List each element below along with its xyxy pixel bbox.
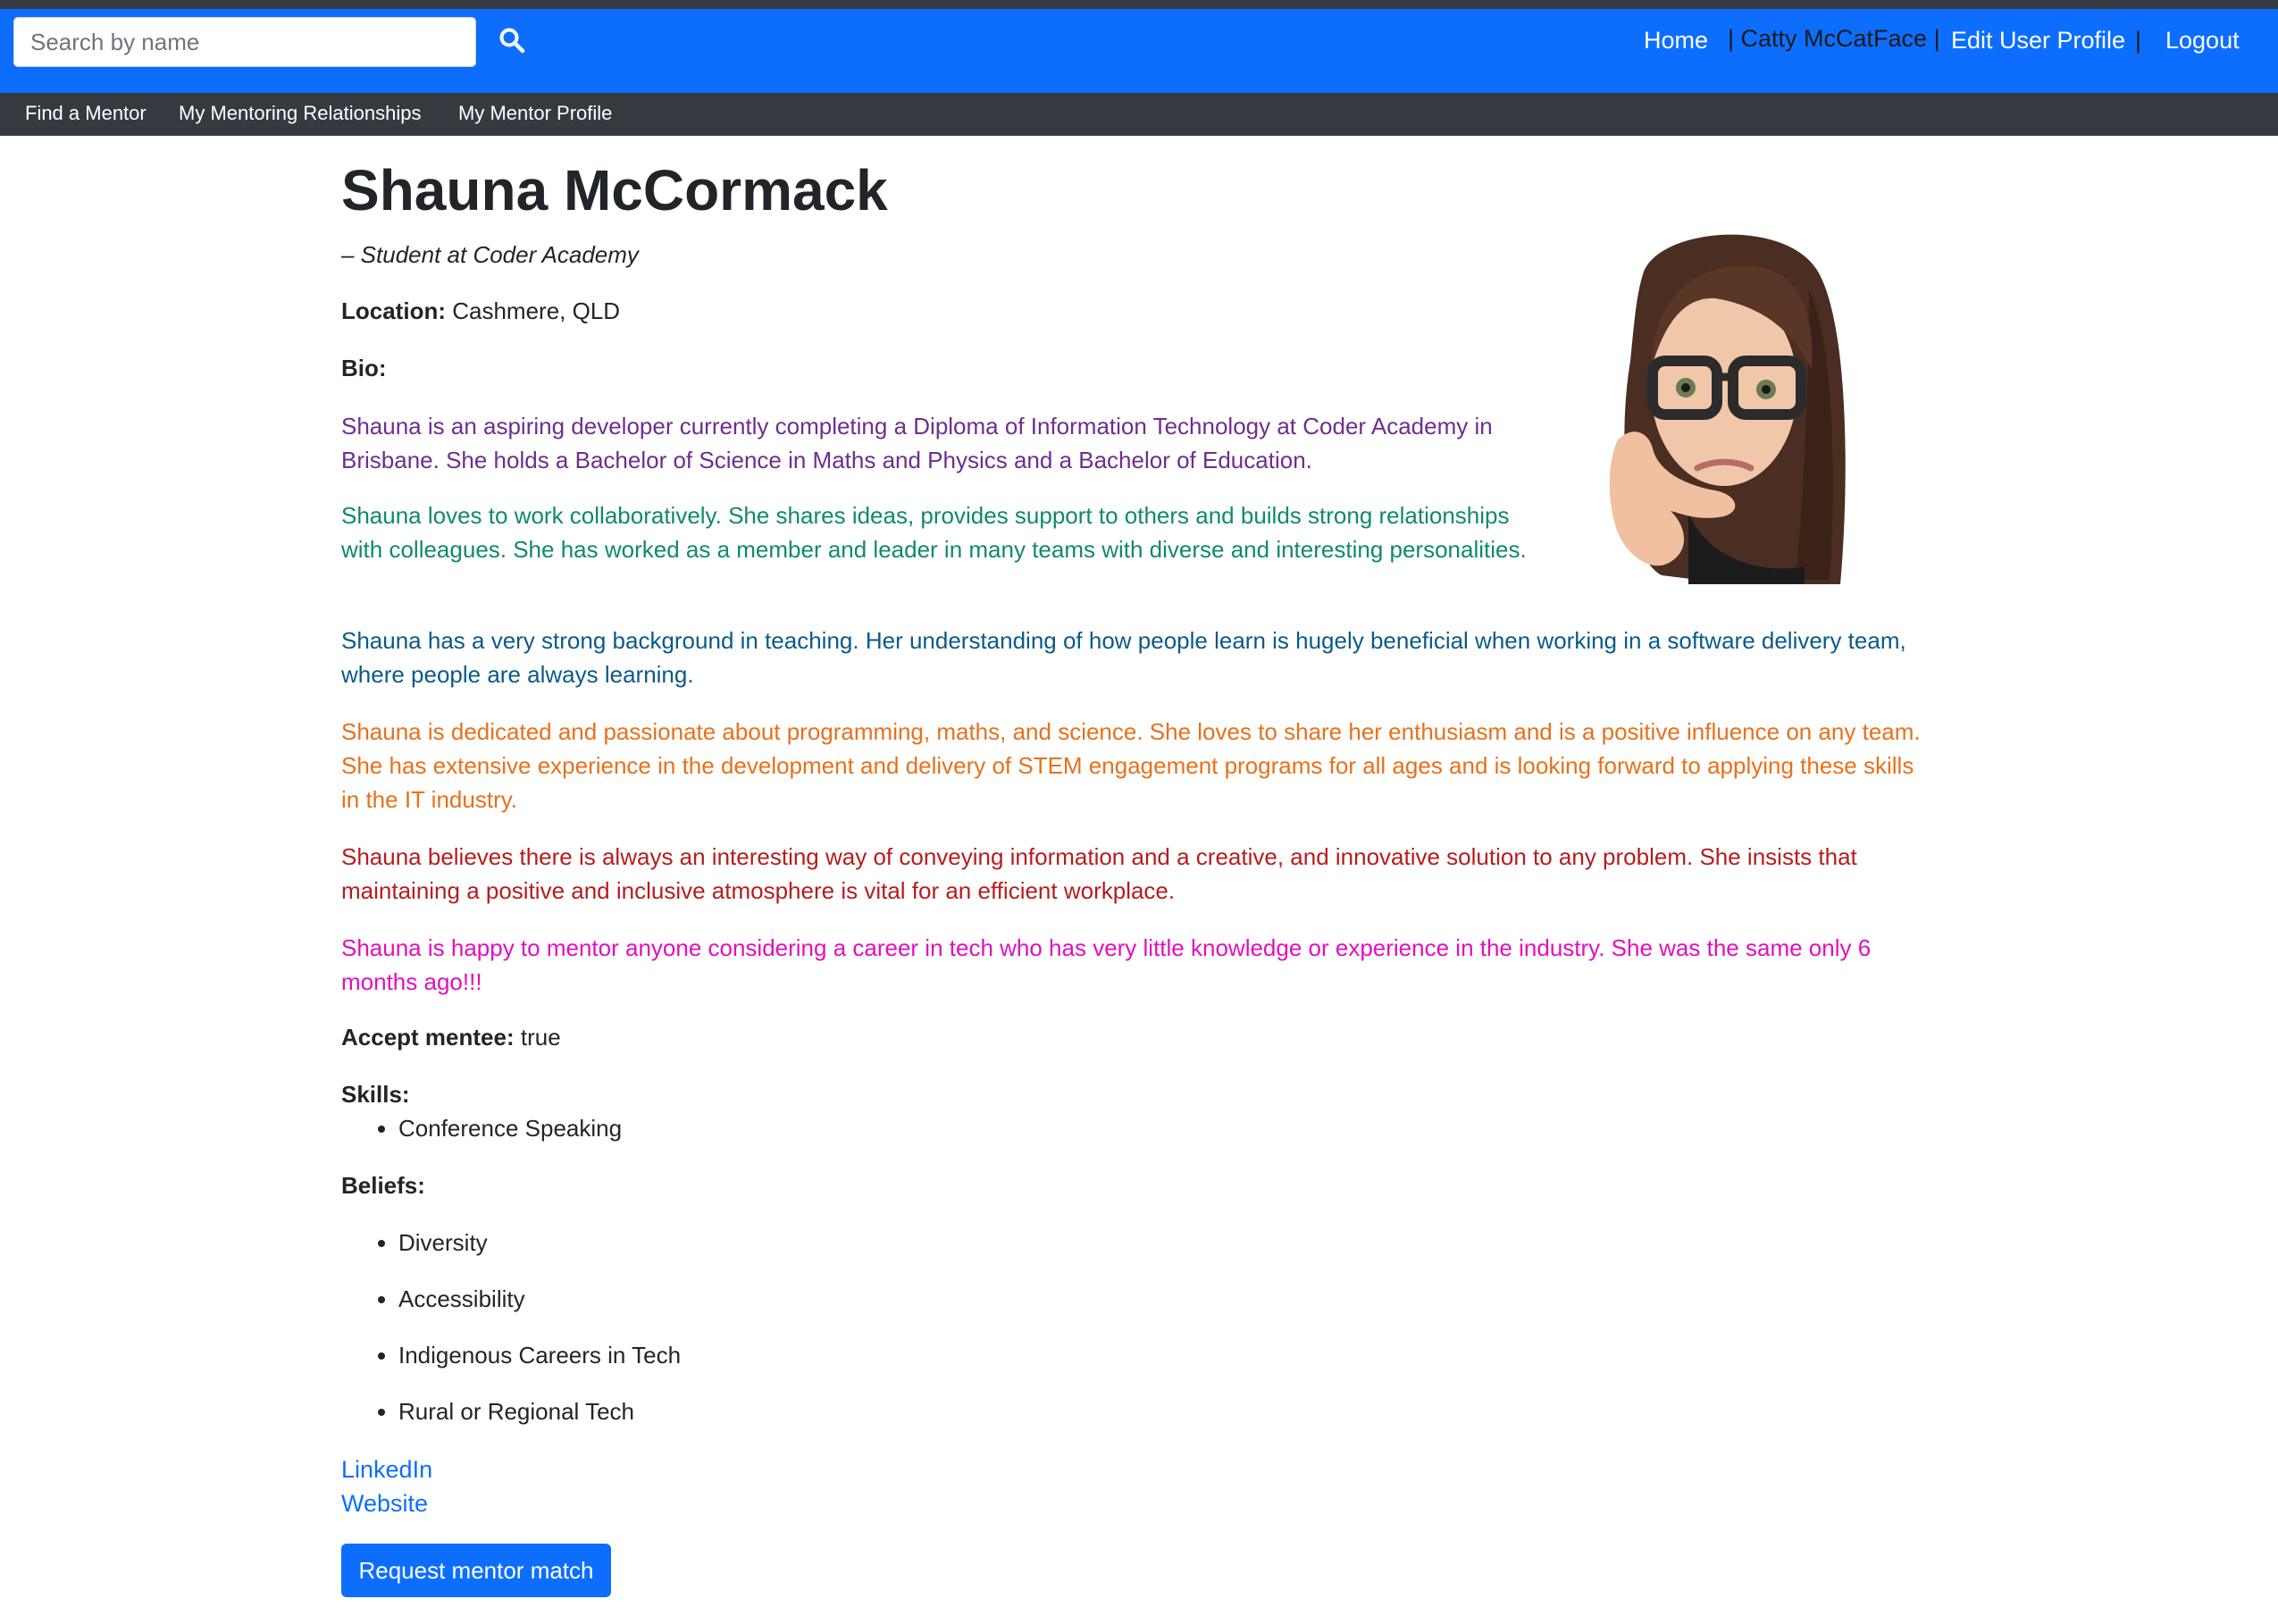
subnav-mentoring-relationships[interactable]: My Mentoring Relationships (179, 102, 421, 125)
bio-paragraph-6: Shauna is happy to mentor anyone conside… (341, 934, 1872, 995)
website-link[interactable]: Website (341, 1490, 428, 1518)
window-top-strip (0, 0, 2278, 9)
memoji-avatar (1581, 218, 1876, 602)
bio-label-text: Bio: (341, 355, 387, 381)
secondary-navbar: Find a Mentor My Mentoring Relationships… (0, 93, 2278, 136)
accept-mentee-row: Accept mentee: true (341, 1024, 561, 1051)
bio-paragraph-5: Shauna believes there is always an inter… (341, 843, 1857, 904)
location-value: Cashmere, QLD (452, 297, 621, 324)
search-input[interactable] (13, 17, 476, 67)
search-icon (499, 28, 525, 54)
nav-logout-link[interactable]: Logout (2165, 27, 2240, 54)
bio-paragraph-1: Shauna is an aspiring developer currentl… (341, 413, 1493, 473)
beliefs-label-text: Beliefs: (341, 1172, 425, 1199)
beliefs-label: Beliefs: (341, 1172, 425, 1200)
accept-mentee-value: true (520, 1024, 561, 1051)
bio-label: Bio: (341, 355, 387, 382)
search-button[interactable] (491, 21, 531, 61)
skills-label-text: Skills: (341, 1081, 410, 1108)
nav-current-user: | Catty McCatFace | (1728, 25, 1940, 52)
nav-edit-profile-link[interactable]: Edit User Profile (1951, 27, 2125, 54)
nav-home-link[interactable]: Home (1644, 27, 1708, 54)
profile-subtitle: – Student at Coder Academy (341, 241, 639, 268)
belief-item: Diversity (398, 1229, 681, 1257)
accept-mentee-label: Accept mentee: (341, 1024, 515, 1051)
bio-paragraph-4: Shauna is dedicated and passionate about… (341, 718, 1921, 813)
top-navbar: Home | Catty McCatFace | Edit User Profi… (0, 9, 2278, 93)
bio-paragraph-3: Shauna has a very strong background in t… (341, 627, 1906, 688)
location-row: Location: Cashmere, QLD (341, 297, 620, 325)
belief-item: Accessibility (398, 1285, 681, 1313)
linkedin-link[interactable]: LinkedIn (341, 1456, 432, 1484)
skills-label: Skills: (341, 1081, 410, 1109)
belief-item: Rural or Regional Tech (398, 1398, 681, 1426)
skill-item: Conference Speaking (398, 1115, 622, 1143)
subnav-find-mentor[interactable]: Find a Mentor (25, 102, 147, 125)
beliefs-list: Diversity Accessibility Indigenous Caree… (341, 1229, 681, 1426)
nav-separator: | (2135, 27, 2142, 54)
belief-item: Indigenous Careers in Tech (398, 1342, 681, 1369)
location-label: Location: (341, 297, 446, 324)
request-mentor-match-button[interactable]: Request mentor match (341, 1544, 611, 1597)
skills-list: Conference Speaking (341, 1115, 622, 1143)
bio-paragraph-2: Shauna loves to work collaboratively. Sh… (341, 502, 1527, 563)
profile-name: Shauna McCormack (341, 158, 888, 222)
subnav-mentor-profile[interactable]: My Mentor Profile (458, 102, 612, 125)
